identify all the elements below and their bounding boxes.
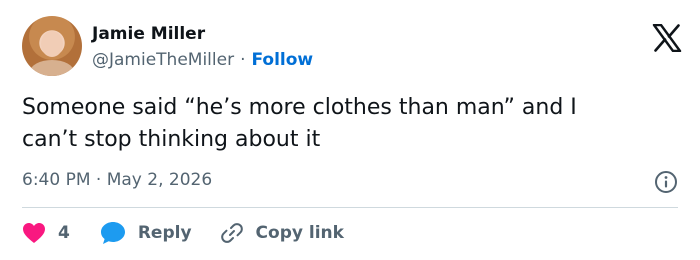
heart-icon xyxy=(23,223,45,243)
tweet-header: Jamie Miller @JamieTheMiller · Follow xyxy=(22,16,682,76)
divider xyxy=(22,207,678,208)
avatar-face xyxy=(41,31,63,57)
author-subline: @JamieTheMiller · Follow xyxy=(92,50,313,70)
author-name[interactable]: Jamie Miller xyxy=(92,24,205,44)
avatar[interactable] xyxy=(22,16,82,76)
reply-button[interactable]: Reply xyxy=(100,221,192,245)
info-icon[interactable] xyxy=(654,170,678,194)
reply-label: Reply xyxy=(137,223,192,243)
avatar-shoulders xyxy=(30,60,74,76)
copy-link-label: Copy link xyxy=(255,223,344,243)
author-handle[interactable]: @JamieTheMiller xyxy=(92,50,234,70)
tweet-timestamp[interactable]: 6:40 PM · May 2, 2026 xyxy=(22,170,212,190)
follow-button[interactable]: Follow xyxy=(251,50,313,70)
action-bar: 4 Reply Copy link xyxy=(22,220,682,246)
like-count: 4 xyxy=(58,223,70,243)
like-button[interactable]: 4 xyxy=(22,222,70,244)
copy-link-button[interactable]: Copy link xyxy=(220,221,344,245)
reply-bubble-icon xyxy=(100,222,125,244)
tweet-text: Someone said “he’s more clothes than man… xyxy=(22,95,577,152)
separator-dot: · xyxy=(240,50,246,70)
link-icon xyxy=(220,223,243,243)
x-logo-icon[interactable] xyxy=(652,24,682,52)
